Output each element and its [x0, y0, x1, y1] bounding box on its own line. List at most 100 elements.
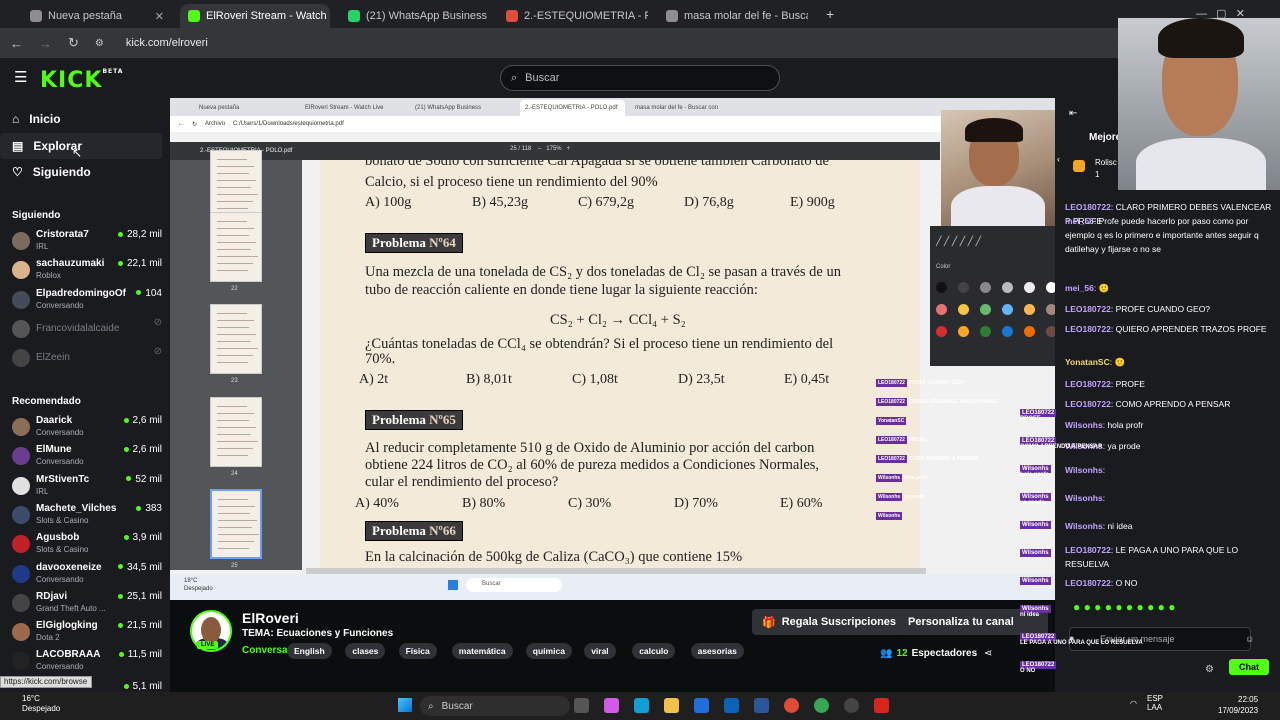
sidebar-channel[interactable]: davooxeneize Conversando 34,5 mil [12, 561, 162, 589]
settings-icon[interactable]: ⚙ [1205, 664, 1214, 675]
channel-viewers: 22,1 mil [118, 258, 162, 269]
chat-send-button[interactable]: Chat [1229, 659, 1269, 675]
emote-row[interactable]: ● ● ● ● ● ● ● ● ● ● [1073, 600, 1273, 614]
viewer-count: 👥 12 Espectadores [880, 648, 978, 659]
stream-tag[interactable]: calculo [632, 643, 676, 659]
chat-username[interactable]: LEO180722 [1065, 545, 1111, 555]
nav-inicio[interactable]: ⌂ Inicio [0, 106, 162, 132]
sidebar-channel[interactable]: Machete_Vilches Slots & Casino 383 [12, 502, 162, 530]
word-icon[interactable] [754, 698, 769, 713]
system-clock[interactable]: 22:05 17/09/2023 [1218, 694, 1258, 716]
acrobat-icon[interactable] [874, 698, 889, 713]
sidebar-channel[interactable]: ElZeein ⊘ [12, 345, 162, 373]
overlay-chat-message: Wilsonhs ni idea [1020, 605, 1051, 618]
channel-viewers: 2,6 mil [124, 415, 162, 426]
back-icon[interactable]: ← [10, 36, 23, 51]
site-info-icon[interactable]: ⚙ [95, 38, 104, 49]
kick-logo[interactable]: KICKBETA [40, 68, 123, 93]
overlay-chat-text: LE PAGA A UNO PARA QUE LO RESUELVA [1020, 640, 1143, 646]
obs-icon[interactable] [844, 698, 859, 713]
overlay-chat-text: COMO APRENDO A PENSAR [908, 456, 978, 462]
stream-tag[interactable]: viral [584, 643, 616, 659]
chat-username[interactable]: LEO180722 [1065, 399, 1111, 409]
menu-icon[interactable]: ☰ [14, 68, 27, 86]
chat-username[interactable]: Wilsonhs [1065, 521, 1103, 531]
copilot-icon[interactable] [604, 698, 619, 713]
sidebar-channel[interactable]: sachauzumaki Roblox 22,1 mil [12, 257, 162, 285]
color-swatch [958, 326, 969, 337]
streamer-name[interactable]: ElRoveri [242, 610, 299, 626]
sidebar-channel[interactable]: ElMune Conversando 2,6 mil [12, 443, 162, 471]
chat-message: LEO180722: PROFE [1065, 379, 1145, 389]
taskview-icon[interactable] [574, 698, 589, 713]
share-icon[interactable]: ⋖ [984, 648, 992, 659]
stream-tag[interactable]: Física [398, 643, 437, 659]
chat-username[interactable]: Wilsonhs [1065, 493, 1103, 503]
edge-icon[interactable] [634, 698, 649, 713]
url-field[interactable]: kick.com/elroveri [126, 37, 208, 49]
windows-start-icon[interactable] [398, 698, 412, 712]
weather-widget[interactable]: 16°C Despejado [22, 694, 60, 714]
stream-tag[interactable]: asesorias [690, 643, 744, 659]
sidebar-channel[interactable]: Agusbob Slots & Casino 3,9 mil [12, 531, 162, 559]
browser-tab[interactable]: 2.-ESTEQUIOMETRIA - POLO.pd✕ [498, 4, 648, 28]
stream-windows-icon [448, 580, 458, 590]
sidebar-channel[interactable]: RDjavi Grand Theft Auto ... 25,1 mil [12, 590, 162, 618]
channel-viewers: 25,1 mil [118, 591, 162, 602]
reload-icon[interactable]: ↻ [68, 35, 79, 51]
stream-tag[interactable]: química [525, 643, 572, 659]
gift-icon: 🎁 [762, 616, 776, 629]
sidebar-channel[interactable]: MrStivenTc IRL 52 mil [12, 473, 162, 501]
browser-tab[interactable]: (21) WhatsApp Business✕ [340, 4, 490, 28]
chat-username[interactable]: LEO180722 [1065, 578, 1111, 588]
overlay-chat-message: LEO180722 QUIERO APRENDER TRAZOS PROFE [876, 398, 999, 406]
sidebar-channel[interactable]: Cristorata7 IRL 28,2 mil [12, 228, 162, 256]
outlook-icon[interactable] [724, 698, 739, 713]
new-tab-button[interactable]: + [826, 6, 834, 22]
taskbar-search[interactable]: ⌕ Buscar [420, 696, 570, 716]
sidebar-channel[interactable]: ElpadredomingoOf... Conversando 104 [12, 287, 162, 315]
chrome-profile-icon[interactable] [814, 698, 829, 713]
channel-name: RDjavi [36, 590, 68, 602]
gift-subs-button[interactable]: 🎁 Regala Suscripciones [752, 609, 907, 635]
chat-username[interactable]: LEO180722 [1065, 324, 1111, 334]
chat-username[interactable]: YonatanSC [1065, 357, 1110, 367]
sidebar-channel[interactable]: ElGiglogking Dota 2 21,5 mil [12, 619, 162, 647]
forward-icon[interactable]: → [39, 36, 52, 51]
problem-65-label: Problema Nº65 [365, 410, 463, 430]
offline-icon: ⊘ [153, 316, 162, 328]
stream-tag[interactable]: matemática [451, 643, 513, 659]
chat-message: LEO180722: QUIERO APRENDER TRAZOS PROFE [1065, 324, 1267, 334]
chat-username[interactable]: LEO180722 [1065, 202, 1111, 212]
stream-tag[interactable]: clases [345, 643, 386, 659]
stream-inner-tab-label: masa molar del fe - Buscar con [635, 105, 719, 111]
browser-tab[interactable]: Nueva pestaña ✕ [22, 4, 172, 28]
answer-option: C) 30% [568, 496, 612, 511]
search-input[interactable]: ⌕ Buscar [500, 65, 780, 91]
browser-tab[interactable]: masa molar del fe - Buscar con✕ [658, 4, 808, 28]
store-icon[interactable] [694, 698, 709, 713]
sidebar-channel[interactable]: LACOBRAAA Conversando 11,5 mil [12, 648, 162, 676]
stream-browser-tabs: Nueva pestaña ElRoveri Stream - Watch Liv… [170, 98, 1055, 116]
emoji-icon[interactable]: ☺ [1245, 634, 1254, 644]
chat-username[interactable]: mei_56 [1065, 283, 1094, 293]
explorer-icon[interactable] [664, 698, 679, 713]
chrome-icon[interactable] [784, 698, 799, 713]
chat-username[interactable]: Wilsonhs [1065, 465, 1103, 475]
sidebar-channel[interactable]: Daarick Conversando 2,6 mil [12, 414, 162, 442]
nav-siguiendo[interactable]: ♡ Siguiendo [0, 159, 162, 185]
chat-username[interactable]: mei_56 [1065, 216, 1094, 226]
chat-text: ya prode [1107, 441, 1141, 451]
browser-tab[interactable]: ElRoveri Stream - Watch Liv✕ [180, 4, 330, 28]
sidebar-channel[interactable]: Francovidalalcaide ⊘ [12, 316, 162, 344]
chevron-left-icon[interactable]: ‹ [1057, 154, 1060, 164]
stream-video-player[interactable]: Nueva pestaña ElRoveri Stream - Watch Liv… [170, 98, 1055, 600]
channel-viewers: 2,6 mil [124, 444, 162, 455]
chat-username[interactable]: Wilsonhs [1065, 420, 1103, 430]
collapse-chat-icon[interactable]: ⇤ [1069, 108, 1077, 119]
tab-close-icon[interactable]: ✕ [155, 10, 164, 23]
system-tray[interactable]: ◠ ESP LAA [1130, 694, 1163, 712]
stream-tag[interactable]: English [287, 643, 332, 659]
chat-username[interactable]: LEO180722 [1065, 379, 1111, 389]
chat-username[interactable]: LEO180722 [1065, 304, 1111, 314]
